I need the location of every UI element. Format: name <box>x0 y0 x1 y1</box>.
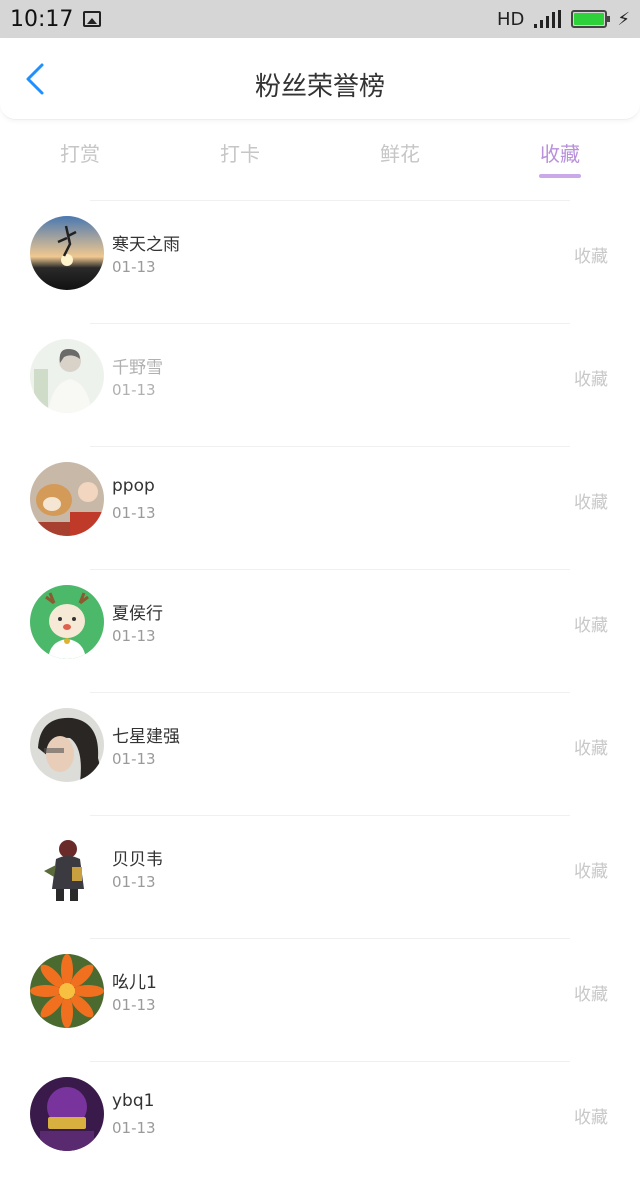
favorite-label: 收藏 <box>574 985 608 1005</box>
fan-name: 吆儿1 <box>112 973 157 993</box>
avatar <box>30 585 104 659</box>
avatar <box>30 462 104 536</box>
list-item[interactable]: ybq1 01-13 收藏 <box>0 1061 640 1184</box>
avatar <box>30 708 104 782</box>
avatar <box>30 339 104 413</box>
fan-name: 夏侯行 <box>112 604 163 624</box>
page-title: 粉丝荣誉榜 <box>254 72 385 102</box>
fan-list: 寒天之雨 01-13 收藏 千野雪 01-13 收藏 ppop 01-13 收藏… <box>0 200 640 1184</box>
list-item[interactable]: 寒天之雨 01-13 收藏 <box>0 200 640 323</box>
favorite-label: 收藏 <box>574 862 608 882</box>
favorite-label: 收藏 <box>574 370 608 390</box>
list-item[interactable]: ppop 01-13 收藏 <box>0 446 640 569</box>
avatar <box>30 1077 104 1151</box>
fan-date: 01-13 <box>112 873 156 891</box>
list-item[interactable]: 七星建强 01-13 收藏 <box>0 692 640 815</box>
gallery-icon <box>83 11 102 27</box>
fan-name: 寒天之雨 <box>112 235 180 255</box>
fan-date: 01-13 <box>112 504 156 522</box>
favorite-label: 收藏 <box>574 247 608 267</box>
fan-date: 01-13 <box>112 381 156 399</box>
fan-name: 贝贝韦 <box>112 850 163 870</box>
favorite-label: 收藏 <box>574 493 608 513</box>
fan-date: 01-13 <box>112 750 156 768</box>
fan-name: 七星建强 <box>112 727 180 747</box>
charging-icon: ⚡ <box>617 8 630 30</box>
list-item[interactable]: 千野雪 01-13 收藏 <box>0 323 640 446</box>
fan-name: 千野雪 <box>112 358 163 378</box>
fan-date: 01-13 <box>112 1119 156 1137</box>
fan-name: ybq1 <box>112 1091 155 1111</box>
fan-date: 01-13 <box>112 627 156 645</box>
avatar <box>30 831 104 905</box>
tab-tip[interactable]: 打赏 <box>0 120 160 190</box>
network-type: HD <box>496 8 525 30</box>
favorite-label: 收藏 <box>574 739 608 759</box>
fan-date: 01-13 <box>112 258 156 276</box>
fan-date: 01-13 <box>112 996 156 1014</box>
favorite-label: 收藏 <box>574 616 608 636</box>
tab-bar: 打赏 打卡 鲜花 收藏 <box>0 120 640 190</box>
tab-favorites[interactable]: 收藏 <box>480 120 640 190</box>
battery-icon <box>571 10 611 28</box>
app-header: 粉丝荣誉榜 <box>0 38 640 120</box>
signal-icon <box>534 10 562 28</box>
tab-flowers[interactable]: 鲜花 <box>320 120 480 190</box>
list-item[interactable]: 夏侯行 01-13 收藏 <box>0 569 640 692</box>
fan-name: ppop <box>112 476 155 496</box>
tab-checkin[interactable]: 打卡 <box>160 120 320 190</box>
list-item[interactable]: 吆儿1 01-13 收藏 <box>0 938 640 1061</box>
status-bar: 10:17 HD ⚡ <box>0 0 640 38</box>
list-item[interactable]: 贝贝韦 01-13 收藏 <box>0 815 640 938</box>
status-right: HD ⚡ <box>497 9 630 30</box>
status-time: 10:17 <box>10 6 74 32</box>
avatar <box>30 954 104 1028</box>
favorite-label: 收藏 <box>574 1108 608 1128</box>
avatar <box>30 216 104 290</box>
